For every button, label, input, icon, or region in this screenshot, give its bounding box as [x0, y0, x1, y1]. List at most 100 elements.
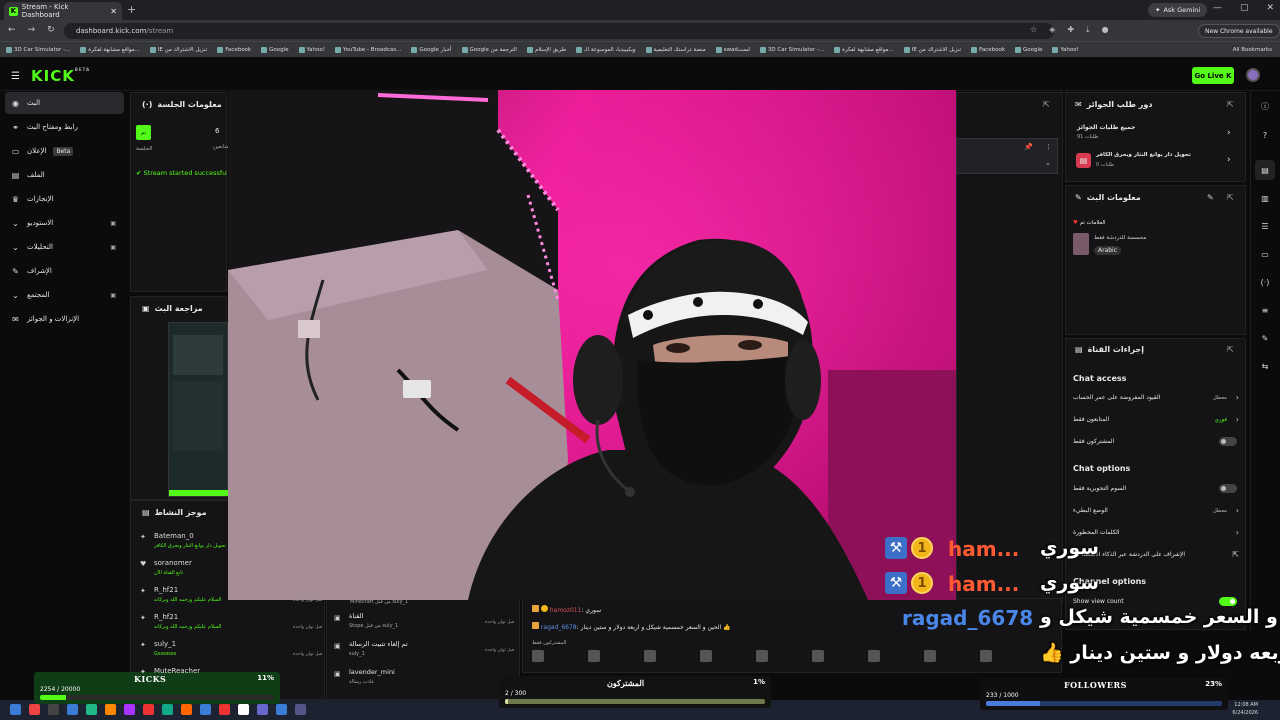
popout-icon[interactable]: ⇱: [1227, 100, 1234, 109]
maximize-icon[interactable]: ▢: [1240, 3, 1249, 13]
bookmark-item[interactable]: swadلست: [715, 46, 750, 53]
followers-only-row[interactable]: المتابعون فقط فوري ›: [1073, 415, 1239, 424]
pin-icon[interactable]: 📌: [1024, 143, 1033, 151]
taskbar-app-icon[interactable]: [295, 704, 306, 715]
wrench-icon[interactable]: ✎: [1255, 328, 1275, 348]
puzzle-icon[interactable]: ✚: [1067, 25, 1074, 35]
avatar[interactable]: [1246, 68, 1260, 82]
emote-icon[interactable]: [532, 650, 544, 662]
chat-username[interactable]: hamoz011: [550, 607, 582, 614]
rewards-all[interactable]: جميع طلبات الجوائز: [1077, 124, 1135, 131]
back-icon[interactable]: ←: [8, 25, 16, 35]
emote-icon[interactable]: [980, 650, 992, 662]
reload-icon[interactable]: ↻: [47, 25, 55, 35]
event-item[interactable]: ▣ lavender_mini عادت رسالة: [332, 666, 516, 692]
extension-icon[interactable]: ◈: [1049, 25, 1055, 35]
minimize-icon[interactable]: —: [1213, 3, 1222, 13]
event-item[interactable]: ▣ تم إلغاء تثبيت الرسالة suly_1 قبل ثوان وا…: [332, 638, 516, 664]
new-tab-button[interactable]: +: [127, 3, 136, 16]
subscribers-only-toggle[interactable]: [1219, 437, 1237, 446]
activity-item[interactable]: ✦ R_hf21 السلام عليكم ورحمه الله وبركاته قب…: [138, 586, 324, 613]
taskbar-app-icon[interactable]: [162, 704, 173, 715]
close-window-icon[interactable]: ✕: [1266, 3, 1274, 13]
taskbar-app-icon[interactable]: [67, 704, 78, 715]
chevron-right-icon[interactable]: ›: [1227, 155, 1231, 165]
activity-item[interactable]: ✦ MuteReacher: [138, 667, 324, 694]
popout-icon[interactable]: ⇱: [1227, 345, 1234, 354]
taskbar-app-icon[interactable]: [143, 704, 154, 715]
bookmark-item[interactable]: Yahoo!: [1052, 46, 1079, 53]
bookmark-item[interactable]: 3D Car Simulator -...: [759, 46, 824, 53]
bookmark-item[interactable]: طريق الإسلام: [526, 46, 566, 53]
bookmark-item[interactable]: IE تنزيل الاشتراك من: [903, 46, 961, 53]
bookmark-item[interactable]: مواقع مشابهة لفكرة...: [834, 46, 894, 53]
emote-icon[interactable]: [756, 650, 768, 662]
download-icon[interactable]: ⤓: [1086, 25, 1090, 35]
show-view-count-toggle[interactable]: [1219, 597, 1237, 606]
bookmark-item[interactable]: Google أخبار: [411, 46, 452, 53]
reward-title[interactable]: تحويل دار يوانغ النثار ويحرق الكافر: [1096, 152, 1191, 158]
account-age-row[interactable]: القيود المفروضة على عمر الحساب معطل ›: [1073, 393, 1239, 402]
browser-tab[interactable]: K Stream - Kick Dashboard ✕: [4, 2, 122, 20]
gift-icon[interactable]: ▥: [1255, 188, 1275, 208]
taskbar-app-icon[interactable]: [238, 704, 249, 715]
close-tab-icon[interactable]: ✕: [110, 7, 117, 16]
sidebar-item[interactable]: ◉ البث: [5, 92, 124, 114]
chrome-update-button[interactable]: New Chrome available: [1198, 24, 1280, 38]
taskbar-app-icon[interactable]: [219, 704, 230, 715]
sidebar-item[interactable]: ▭ الإعلان Beta: [5, 140, 124, 162]
edit-icon[interactable]: ✎: [1207, 193, 1214, 202]
info-icon[interactable]: ⓘ: [1255, 96, 1275, 116]
event-item[interactable]: ▣ القناة Stope من قبل suly_1 قبل ثوان واحدة: [332, 610, 516, 636]
bookmark-item[interactable]: Yahoo!: [298, 46, 325, 53]
sidebar-item[interactable]: ⌄ التحليلات ▣: [5, 236, 124, 258]
emote-icon[interactable]: [868, 650, 880, 662]
message-icon[interactable]: ▭: [1255, 244, 1275, 264]
bookmark-item[interactable]: YouTube - Broadcas...: [334, 46, 401, 53]
go-live-button[interactable]: Go Live K: [1192, 67, 1234, 84]
activity-item[interactable]: ✦ R_hf21 السلام عليكم ورحمه الله وبركاته قب…: [138, 613, 324, 640]
sidebar-item[interactable]: ⚭ رابط ومفتاح البث: [5, 116, 124, 138]
sidebar-item[interactable]: ▤ الملف: [5, 164, 124, 186]
sidebar-item[interactable]: ⌄ المجتمع ▣: [5, 284, 124, 306]
activity-item[interactable]: ♥ soranomer تابع القناة الآن: [138, 559, 324, 586]
emote-icon[interactable]: [700, 650, 712, 662]
activity-item[interactable]: ✦ suly_1 Gsssssss قبل ثوان واحدة: [138, 640, 324, 667]
preview-thumbnail[interactable]: [168, 322, 229, 497]
taskbar-app-icon[interactable]: [105, 704, 116, 715]
chat-username[interactable]: ragad_6678: [541, 624, 577, 631]
ask-gemini-button[interactable]: ✦ Ask Gemini: [1148, 3, 1208, 17]
chevron-down-icon[interactable]: ⌄: [1045, 159, 1051, 167]
slow-mode-row[interactable]: الوضع البطيء معطل ›: [1073, 506, 1239, 515]
more-icon[interactable]: ⋮: [1045, 143, 1052, 151]
banned-words-row[interactable]: الكلمات المحظورة ›: [1073, 528, 1239, 537]
taskbar-app-icon[interactable]: [10, 704, 21, 715]
menu-icon[interactable]: ☰: [11, 71, 20, 82]
bookmark-item[interactable]: IE تنزيل الاشتراك من: [149, 46, 207, 53]
emote-icon[interactable]: [644, 650, 656, 662]
sidebar-item[interactable]: ✎ الإشراف: [5, 260, 124, 282]
bookmark-item[interactable]: منصة دراستك التعليمية: [645, 46, 706, 53]
help-icon[interactable]: ?: [1255, 125, 1275, 145]
forward-icon[interactable]: →: [28, 25, 36, 35]
emote-only-toggle[interactable]: [1219, 484, 1237, 493]
emote-icon[interactable]: [812, 650, 824, 662]
broadcast-icon[interactable]: (·): [1255, 272, 1275, 292]
share-icon[interactable]: ⇆: [1255, 356, 1275, 376]
bookmark-item[interactable]: 3D Car Simulator -...: [6, 46, 70, 53]
kick-logo[interactable]: KICKBETA: [31, 67, 90, 85]
bookmark-item[interactable]: Facebook: [217, 46, 251, 53]
taskbar-app-icon[interactable]: [276, 704, 287, 715]
emote-icon[interactable]: [924, 650, 936, 662]
sidebar-item[interactable]: ✉ الإنزالات و الجوائز: [5, 308, 124, 330]
profile-icon[interactable]: ●: [1102, 25, 1109, 35]
taskbar-app-icon[interactable]: [124, 704, 135, 715]
activity-item[interactable]: ✦ Bateman_0 تحويل دار يوانغ النثار ويحرق ا…: [138, 532, 324, 559]
activity-icon[interactable]: ≡: [1255, 300, 1275, 320]
popout-icon[interactable]: ⇱: [1043, 100, 1050, 109]
taskbar-app-icon[interactable]: [48, 704, 59, 715]
taskbar-app-icon[interactable]: [86, 704, 97, 715]
bookmark-item[interactable]: Google الترجمة من: [461, 46, 517, 53]
sidebar-item[interactable]: ♛ الإنجازات: [5, 188, 124, 210]
popout-icon[interactable]: ⇱: [1227, 193, 1234, 202]
